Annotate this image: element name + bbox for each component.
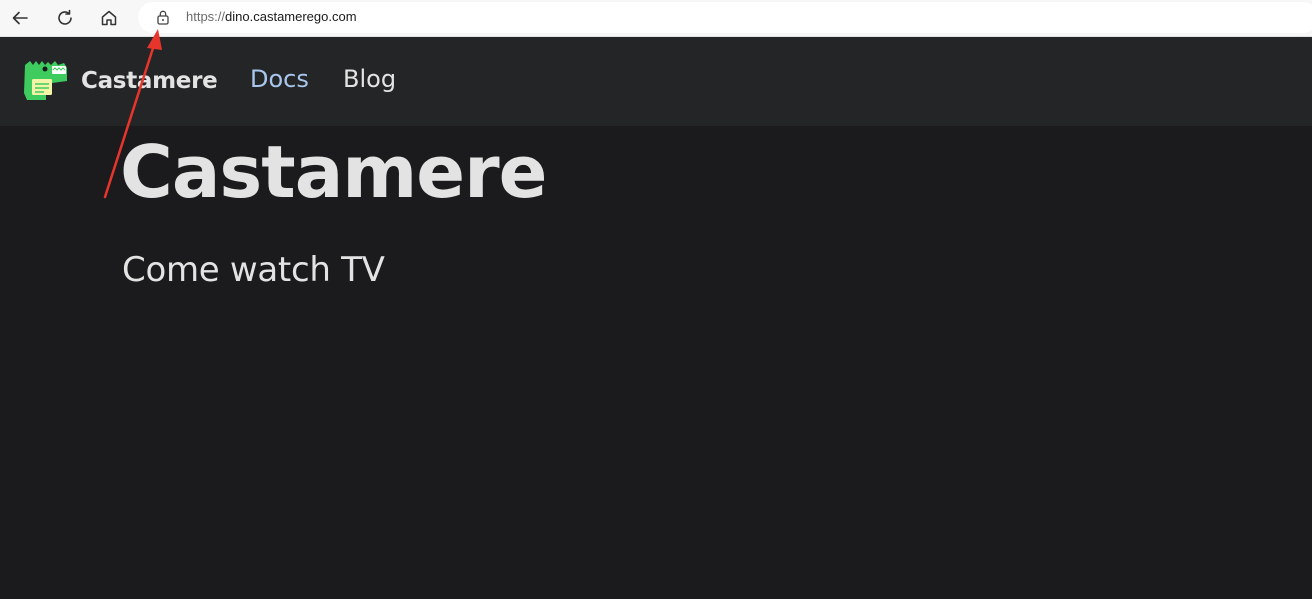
back-arrow-icon xyxy=(12,11,28,25)
brand-title: Castamere xyxy=(81,67,218,94)
reload-button[interactable] xyxy=(50,3,80,33)
home-icon xyxy=(101,10,117,26)
hero-subtitle: Come watch TV xyxy=(122,250,385,290)
home-button[interactable] xyxy=(94,3,124,33)
brand-link[interactable]: Castamere xyxy=(22,59,218,102)
url-text[interactable]: https://dino.castamerego.com xyxy=(186,9,357,24)
back-button[interactable] xyxy=(5,3,35,33)
url-host: dino.castamerego.com xyxy=(225,9,357,24)
nav-link-blog[interactable]: Blog xyxy=(343,65,396,93)
site-navbar: Castamere Docs Blog xyxy=(0,37,1312,126)
address-bar[interactable]: https://dino.castamerego.com xyxy=(138,2,1312,33)
dinosaur-logo-icon xyxy=(24,61,67,100)
browser-toolbar: https://dino.castamerego.com xyxy=(0,0,1312,37)
url-scheme: https:// xyxy=(186,9,226,24)
nav-link-docs[interactable]: Docs xyxy=(250,65,309,93)
lock-icon[interactable] xyxy=(155,9,171,25)
reload-icon xyxy=(58,9,72,25)
hero-title: Castamere xyxy=(120,130,547,214)
